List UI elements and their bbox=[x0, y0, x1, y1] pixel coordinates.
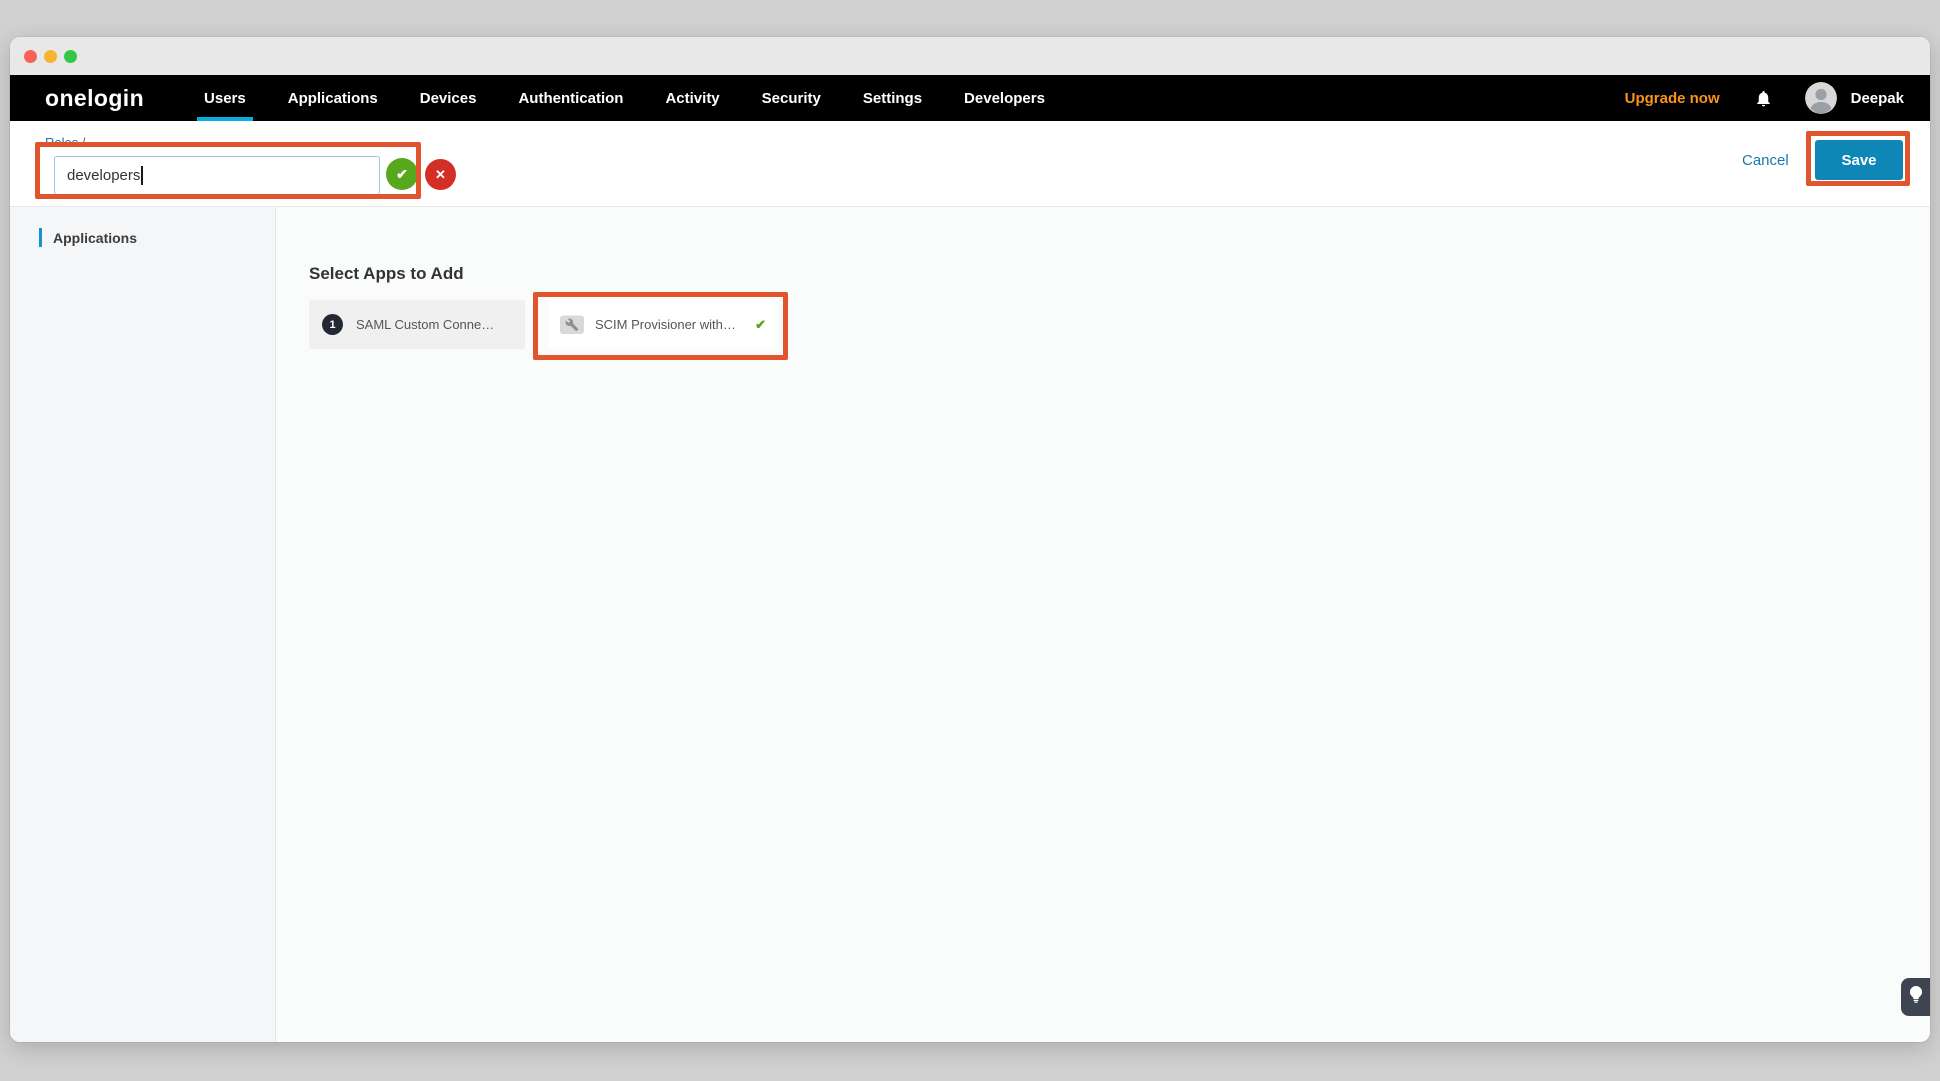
save-button[interactable]: Save bbox=[1815, 140, 1903, 180]
check-icon: ✔ bbox=[396, 166, 408, 183]
role-name-value: developers bbox=[67, 167, 140, 184]
bell-icon[interactable] bbox=[1754, 88, 1773, 109]
app-count-badge: 1 bbox=[322, 314, 343, 335]
page-header: Roles / developers ✔ ✕ Cancel Save bbox=[10, 121, 1930, 207]
app-tile-label: SCIM Provisioner with… bbox=[595, 317, 736, 332]
confirm-rename-button[interactable]: ✔ bbox=[386, 158, 418, 190]
nav-item-activity[interactable]: Activity bbox=[665, 75, 719, 121]
app-tile-row: 1 SAML Custom Conne… SCIM Provisioner wi… bbox=[309, 300, 1930, 349]
breadcrumb[interactable]: Roles / bbox=[45, 135, 85, 150]
page-title: Select Apps to Add bbox=[309, 263, 1930, 285]
help-assistant-tab[interactable] bbox=[1901, 978, 1930, 1016]
nav-item-authentication[interactable]: Authentication bbox=[518, 75, 623, 121]
discard-rename-button[interactable]: ✕ bbox=[425, 159, 456, 190]
lightbulb-icon bbox=[1910, 986, 1922, 1008]
nav-list: Users Applications Devices Authenticatio… bbox=[204, 75, 1045, 121]
nav-item-settings[interactable]: Settings bbox=[863, 75, 922, 121]
top-navbar: onelogin Users Applications Devices Auth… bbox=[10, 75, 1930, 121]
nav-item-devices[interactable]: Devices bbox=[420, 75, 477, 121]
saml-app-tile[interactable]: 1 SAML Custom Conne… bbox=[309, 300, 525, 349]
sidebar: Applications bbox=[10, 207, 276, 1042]
content-area: Applications Select Apps to Add 1 SAML C… bbox=[10, 207, 1930, 1042]
nav-item-developers[interactable]: Developers bbox=[964, 75, 1045, 121]
upgrade-now-link[interactable]: Upgrade now bbox=[1625, 90, 1720, 107]
onelogin-logo[interactable]: onelogin bbox=[45, 85, 144, 112]
app-tile-label: SAML Custom Conne… bbox=[356, 317, 494, 332]
active-indicator-bar bbox=[39, 228, 42, 247]
nav-item-users[interactable]: Users bbox=[204, 75, 246, 121]
selected-check-icon: ✔ bbox=[755, 317, 766, 333]
wrench-app-icon bbox=[560, 315, 584, 335]
x-icon: ✕ bbox=[435, 167, 446, 183]
zoom-button[interactable] bbox=[64, 50, 77, 63]
nav-item-applications[interactable]: Applications bbox=[288, 75, 378, 121]
app-window: onelogin Users Applications Devices Auth… bbox=[10, 37, 1930, 1042]
user-avatar[interactable] bbox=[1805, 82, 1837, 114]
minimize-button[interactable] bbox=[44, 50, 57, 63]
user-name[interactable]: Deepak bbox=[1851, 90, 1904, 107]
role-name-input[interactable]: developers bbox=[54, 156, 380, 195]
nav-item-security[interactable]: Security bbox=[762, 75, 821, 121]
sidebar-item-applications[interactable]: Applications bbox=[10, 228, 275, 247]
window-titlebar bbox=[10, 37, 1930, 75]
scim-app-tile[interactable]: SCIM Provisioner with… ✔ bbox=[549, 300, 777, 349]
main-panel: Select Apps to Add 1 SAML Custom Conne… … bbox=[276, 207, 1930, 1042]
close-button[interactable] bbox=[24, 50, 37, 63]
navbar-right-cluster: Upgrade now Deepak bbox=[1625, 82, 1904, 114]
text-caret bbox=[141, 166, 143, 185]
cancel-button[interactable]: Cancel bbox=[1742, 142, 1789, 180]
